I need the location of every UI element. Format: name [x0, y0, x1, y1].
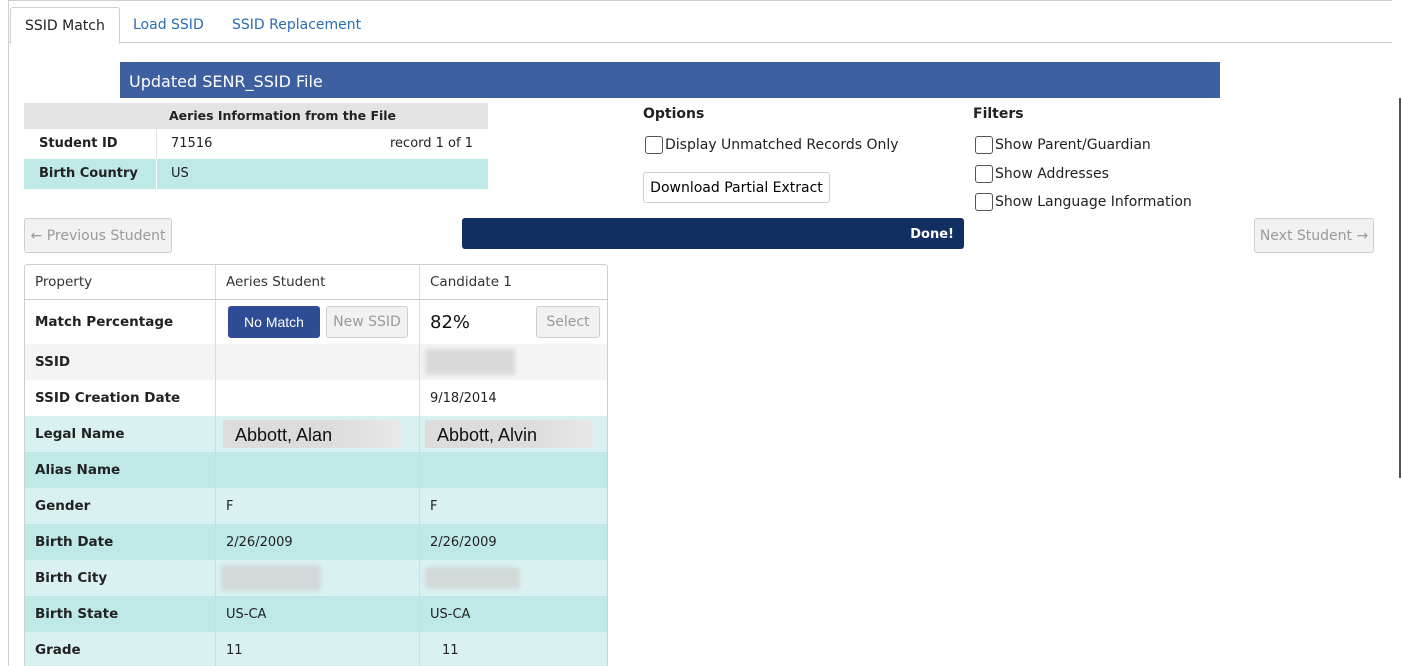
- file-info-header: Aeries Information from the File: [24, 103, 488, 129]
- table-header-row: Property Aeries Student Candidate 1: [25, 265, 607, 300]
- filter-parent-guardian-checkbox[interactable]: [975, 136, 993, 154]
- aeries-value: [215, 380, 419, 416]
- student-id-label: Student ID: [39, 136, 118, 151]
- row-label: SSID Creation Date: [35, 390, 181, 406]
- redacted-candidate-birth-city: [425, 567, 520, 589]
- next-student-button[interactable]: Next Student →: [1254, 218, 1374, 253]
- aeries-value: 2/26/2009: [215, 524, 419, 560]
- row-label: Birth State: [35, 606, 119, 622]
- table-row: Alias Name: [25, 452, 607, 488]
- aeries-value: [215, 452, 419, 488]
- aeries-value: [215, 344, 419, 380]
- progress-status: Done!: [910, 227, 954, 242]
- aeries-value: F: [215, 488, 419, 524]
- row-label: Legal Name: [35, 426, 125, 442]
- table-row: SSID: [25, 344, 607, 380]
- unmatched-only-checkbox[interactable]: [645, 136, 663, 154]
- filter-parent-guardian-label: Show Parent/Guardian: [995, 137, 1151, 153]
- aeries-legal-name: Abbott, Alan: [223, 420, 401, 448]
- row-label: SSID: [35, 354, 71, 370]
- table-row: SSID Creation Date 9/18/2014: [25, 380, 607, 416]
- row-label: Grade: [35, 642, 81, 658]
- tab-ssid-match[interactable]: SSID Match: [10, 7, 120, 44]
- previous-student-button[interactable]: ← Previous Student: [24, 218, 172, 253]
- file-info-row-birth-country: Birth Country US: [24, 159, 488, 189]
- record-counter: record 1 of 1: [390, 136, 473, 151]
- tab-ssid-replacement[interactable]: SSID Replacement: [218, 7, 375, 44]
- candidate-value: US-CA: [419, 596, 607, 632]
- match-percent-value: 82%: [430, 311, 471, 333]
- birth-country-label: Birth Country: [39, 166, 138, 181]
- table-row: Birth Date 2/26/2009 2/26/2009: [25, 524, 607, 560]
- row-label: Gender: [35, 498, 91, 514]
- candidate-value: 11: [419, 632, 607, 666]
- table-row: Gender F F: [25, 488, 607, 524]
- options-title: Options: [643, 106, 705, 122]
- row-label: Match Percentage: [35, 314, 174, 330]
- filter-language[interactable]: Show Language Information: [975, 192, 1192, 212]
- table-row: Legal Name Abbott, Alan Abbott, Alvin: [25, 416, 607, 452]
- filter-parent-guardian[interactable]: Show Parent/Guardian: [975, 135, 1151, 155]
- tab-load-ssid[interactable]: Load SSID: [119, 7, 218, 44]
- page-banner: Updated SENR_SSID File: [120, 62, 1220, 98]
- no-match-button[interactable]: No Match: [228, 306, 320, 338]
- table-row: Birth State US-CA US-CA: [25, 596, 607, 632]
- row-label: Birth Date: [35, 534, 114, 550]
- select-candidate-button[interactable]: Select: [536, 306, 600, 338]
- filter-addresses[interactable]: Show Addresses: [975, 164, 1109, 184]
- progress-bar: Done!: [462, 218, 964, 249]
- aeries-value: US-CA: [215, 596, 419, 632]
- filter-language-label: Show Language Information: [995, 194, 1192, 210]
- unmatched-only-label: Display Unmatched Records Only: [665, 137, 899, 153]
- candidate-value: 9/18/2014: [419, 380, 607, 416]
- file-info-table: Aeries Information from the File Student…: [24, 103, 488, 189]
- filter-addresses-checkbox[interactable]: [975, 165, 993, 183]
- table-row-match-percentage: Match Percentage No Match New SSID 82% S…: [25, 300, 607, 344]
- column-header-candidate-1: Candidate 1: [419, 265, 607, 299]
- aeries-value: 11: [215, 632, 419, 666]
- table-row: Birth City: [25, 560, 607, 596]
- aeries-match-actions: No Match New SSID: [215, 300, 419, 344]
- filter-language-checkbox[interactable]: [975, 193, 993, 211]
- column-header-aeries-student: Aeries Student: [215, 265, 419, 299]
- filters-title: Filters: [973, 106, 1024, 122]
- filter-addresses-label: Show Addresses: [995, 166, 1109, 182]
- redacted-ssid: [425, 349, 515, 375]
- table-row: Grade 11 11: [25, 632, 607, 666]
- row-label: Alias Name: [35, 462, 121, 478]
- new-ssid-button[interactable]: New SSID: [326, 306, 408, 338]
- comparison-table: Property Aeries Student Candidate 1 Matc…: [24, 264, 608, 666]
- unmatched-only-option[interactable]: Display Unmatched Records Only: [645, 135, 899, 155]
- right-edge-scrollbar[interactable]: [1399, 98, 1401, 478]
- candidate-value: 2/26/2009: [419, 524, 607, 560]
- tab-bar: SSID Match Load SSID SSID Replacement: [9, 1, 1392, 44]
- redacted-aeries-birth-city: [221, 565, 321, 591]
- file-info-row-student-id: Student ID 71516 record 1 of 1: [24, 129, 488, 159]
- candidate-legal-name: Abbott, Alvin: [425, 420, 593, 448]
- student-id-value: 71516: [156, 129, 212, 159]
- candidate-value: [419, 452, 607, 488]
- download-partial-extract-button[interactable]: Download Partial Extract: [643, 172, 830, 203]
- candidate-value: F: [419, 488, 607, 524]
- candidate-match-cell: 82% Select: [419, 300, 607, 344]
- row-label: Birth City: [35, 570, 108, 586]
- column-header-property: Property: [35, 274, 93, 290]
- birth-country-value: US: [156, 159, 189, 189]
